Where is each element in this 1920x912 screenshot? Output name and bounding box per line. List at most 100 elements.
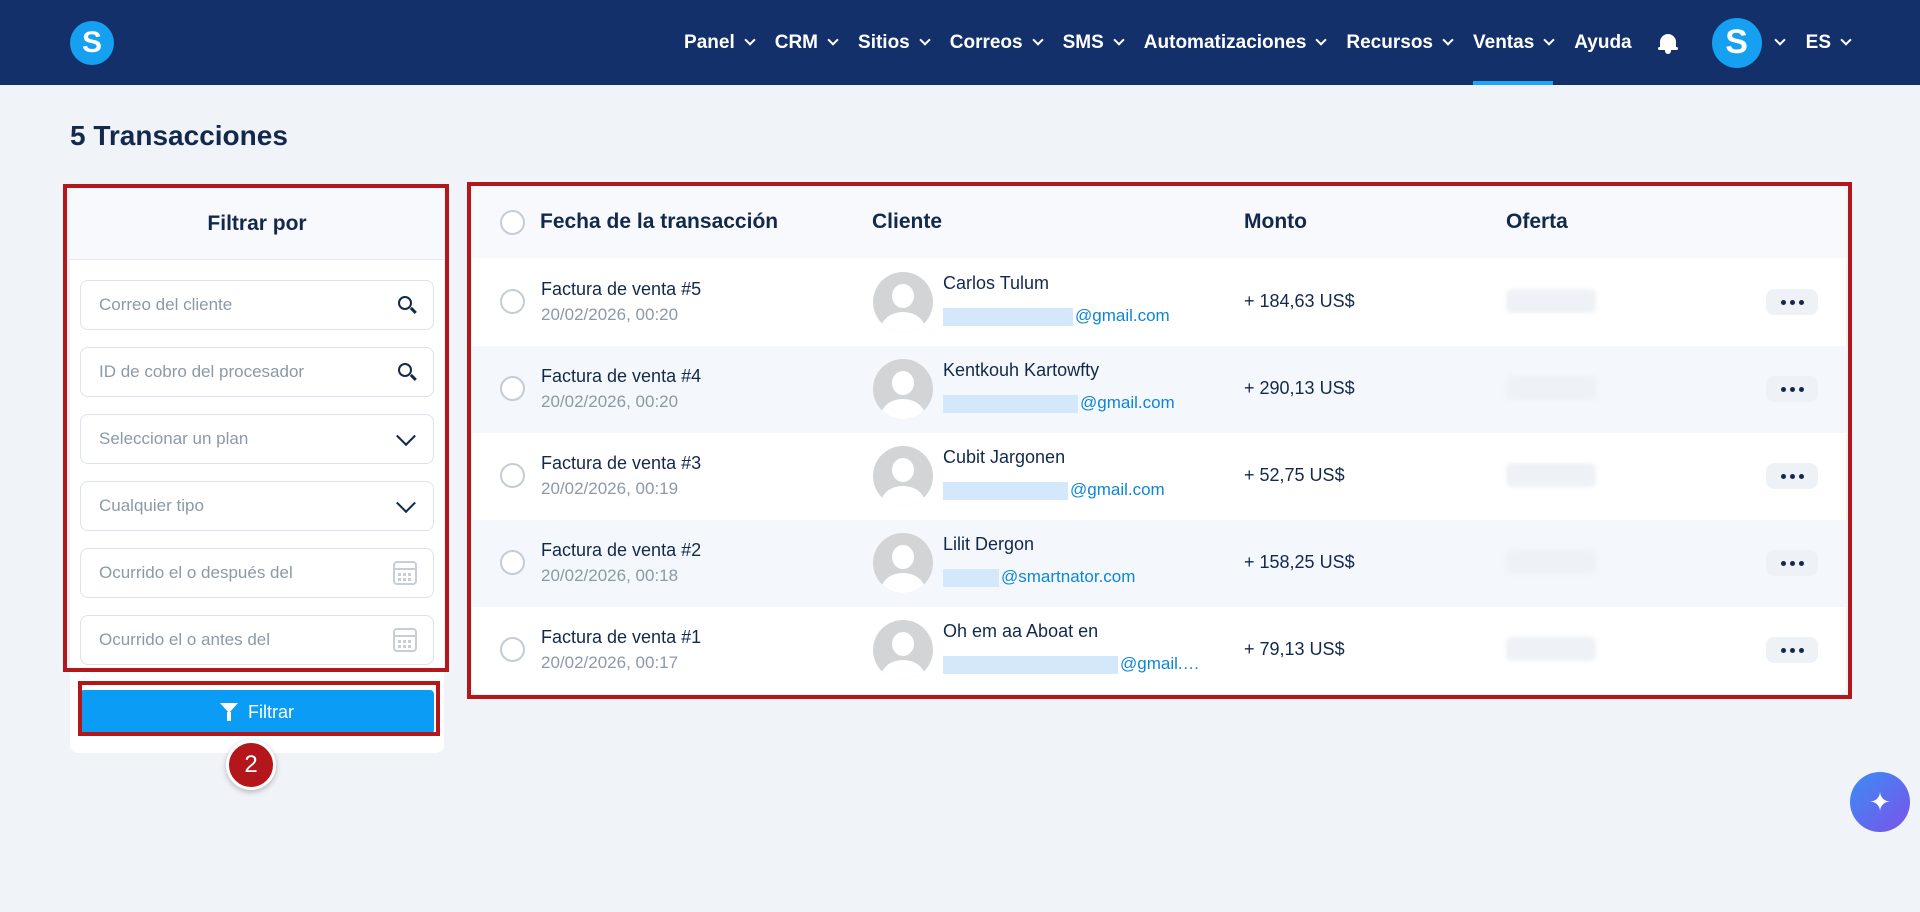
transaction-title[interactable]: Factura de venta #1 [541, 627, 701, 648]
chevron-down-icon [1543, 34, 1555, 46]
client-name[interactable]: Lilit Dergon [943, 534, 1034, 555]
offer-value-blurred [1506, 550, 1596, 574]
row-select-radio[interactable] [500, 550, 525, 575]
redaction-mask [943, 568, 999, 587]
transaction-title[interactable]: Factura de venta #4 [541, 366, 701, 387]
chevron-down-icon[interactable] [1773, 34, 1786, 46]
filter-panel: Filtrar por Correo del cliente ID de cob… [70, 188, 444, 753]
client-email-text: @smartnator.com [1001, 567, 1136, 586]
client-avatar [873, 272, 933, 332]
row-select-radio[interactable] [500, 376, 525, 401]
nav-item-ayuda[interactable]: Ayuda [1574, 0, 1631, 85]
row-select-radio[interactable] [500, 463, 525, 488]
filter-title: Filtrar por [70, 188, 444, 260]
more-options-button[interactable] [1766, 463, 1818, 489]
language-label: ES [1805, 31, 1831, 53]
nav-item-ventas[interactable]: Ventas [1473, 0, 1555, 85]
row-select-radio[interactable] [500, 289, 525, 314]
transaction-title[interactable]: Factura de venta #3 [541, 453, 701, 474]
client-email[interactable]: @gmail.com [943, 306, 1170, 326]
language-selector[interactable]: ES [1805, 0, 1852, 85]
nav-item-automatizaciones[interactable]: Automatizaciones [1144, 0, 1328, 85]
client-name[interactable]: Kentkouh Kartowfty [943, 360, 1099, 381]
transaction-date: 20/02/2026, 00:18 [541, 566, 679, 585]
nav-item-label: Panel [684, 31, 735, 53]
table-row[interactable]: Factura de venta #3 20/02/2026, 00:19 Cu… [472, 433, 1846, 520]
nav-item-label: Correos [949, 31, 1023, 53]
field-placeholder: Ocurrido el o después del [99, 563, 293, 582]
table-header: Fecha de la transacción Cliente Monto Of… [472, 186, 1846, 258]
offer-value-blurred [1506, 463, 1596, 487]
client-email[interactable]: @gmail.com [943, 393, 1175, 413]
chevron-down-icon [919, 34, 931, 46]
date-from-input[interactable]: Ocurrido el o después del [80, 548, 434, 598]
chevron-down-icon [827, 34, 839, 46]
date-to-input[interactable]: Ocurrido el o antes del [80, 615, 434, 665]
nav-item-sms[interactable]: SMS [1063, 0, 1125, 85]
amount-value: + 290,13 US$ [1244, 378, 1355, 398]
client-avatar [873, 620, 933, 680]
offer-value-blurred [1506, 637, 1596, 661]
client-avatar [873, 533, 933, 593]
client-email[interactable]: @gmail.com [943, 480, 1165, 500]
table-row[interactable]: Factura de venta #1 20/02/2026, 00:17 Oh… [472, 607, 1846, 694]
chevron-down-icon [396, 493, 416, 514]
row-select-radio[interactable] [500, 637, 525, 662]
filter-button[interactable]: Filtrar [80, 690, 434, 734]
amount-value: + 52,75 US$ [1244, 465, 1345, 485]
nav-item-label: Sitios [858, 31, 910, 53]
type-select[interactable]: Cualquier tipo [80, 481, 434, 531]
nav-item-label: Ayuda [1574, 31, 1632, 53]
table-row[interactable]: Factura de venta #2 20/02/2026, 00:18 Li… [472, 520, 1846, 607]
client-name[interactable]: Oh em aa Aboat en [943, 621, 1098, 642]
plan-select[interactable]: Seleccionar un plan [80, 414, 434, 464]
nav-item-crm[interactable]: CRM [775, 0, 839, 85]
transaction-date: 20/02/2026, 00:20 [541, 392, 679, 411]
client-email[interactable]: @smartnator.com [943, 567, 1135, 587]
ai-assistant-button[interactable]: ✦ [1850, 772, 1910, 832]
more-options-button[interactable] [1766, 289, 1818, 315]
nav-item-label: Recursos [1346, 31, 1433, 53]
client-email-text: @gmail.com [1075, 306, 1170, 325]
select-all-radio[interactable] [500, 210, 525, 235]
search-icon [397, 362, 417, 382]
bell-icon[interactable] [1657, 32, 1678, 54]
processor-charge-id-input[interactable]: ID de cobro del procesador [80, 347, 434, 397]
more-options-button[interactable] [1766, 550, 1818, 576]
customer-email-input[interactable]: Correo del cliente [80, 280, 434, 330]
client-email[interactable]: @gmail.… [943, 654, 1200, 674]
user-avatar[interactable]: S [1711, 17, 1762, 68]
client-name[interactable]: Cubit Jargonen [943, 447, 1065, 468]
more-options-button[interactable] [1766, 376, 1818, 402]
sparkle-icon: ✦ [1869, 786, 1891, 817]
transaction-title[interactable]: Factura de venta #5 [541, 279, 701, 300]
nav-item-recursos[interactable]: Recursos [1346, 0, 1454, 85]
chevron-down-icon [1315, 34, 1328, 46]
table-row[interactable]: Factura de venta #4 20/02/2026, 00:20 Ke… [472, 346, 1846, 433]
transaction-cell: Factura de venta #2 20/02/2026, 00:18 [541, 540, 701, 586]
app-logo[interactable]: S [70, 21, 114, 65]
redaction-mask [943, 307, 1073, 326]
client-email-text: @gmail.com [1080, 393, 1175, 412]
column-header-date[interactable]: Fecha de la transacción [540, 186, 778, 258]
client-email-text: @gmail.… [1120, 654, 1200, 673]
column-header-amount[interactable]: Monto [1244, 186, 1307, 258]
more-options-button[interactable] [1766, 637, 1818, 663]
amount-value: + 184,63 US$ [1244, 291, 1355, 311]
chevron-down-icon [1840, 34, 1852, 46]
nav-item-sitios[interactable]: Sitios [858, 0, 931, 85]
nav-item-correos[interactable]: Correos [949, 0, 1044, 85]
transaction-date: 20/02/2026, 00:19 [541, 479, 679, 498]
client-name[interactable]: Carlos Tulum [943, 273, 1049, 294]
transaction-title[interactable]: Factura de venta #2 [541, 540, 701, 561]
column-header-offer[interactable]: Oferta [1506, 186, 1568, 258]
transaction-cell: Factura de venta #5 20/02/2026, 00:20 [541, 279, 701, 325]
field-placeholder: ID de cobro del procesador [99, 362, 305, 381]
table-row[interactable]: Factura de venta #5 20/02/2026, 00:20 Ca… [472, 259, 1846, 346]
field-placeholder: Seleccionar un plan [99, 429, 249, 448]
calendar-icon [393, 628, 417, 652]
chevron-down-icon [1442, 34, 1454, 46]
column-header-client[interactable]: Cliente [872, 186, 942, 258]
nav-item-panel[interactable]: Panel [684, 0, 756, 85]
funnel-icon [220, 703, 238, 721]
